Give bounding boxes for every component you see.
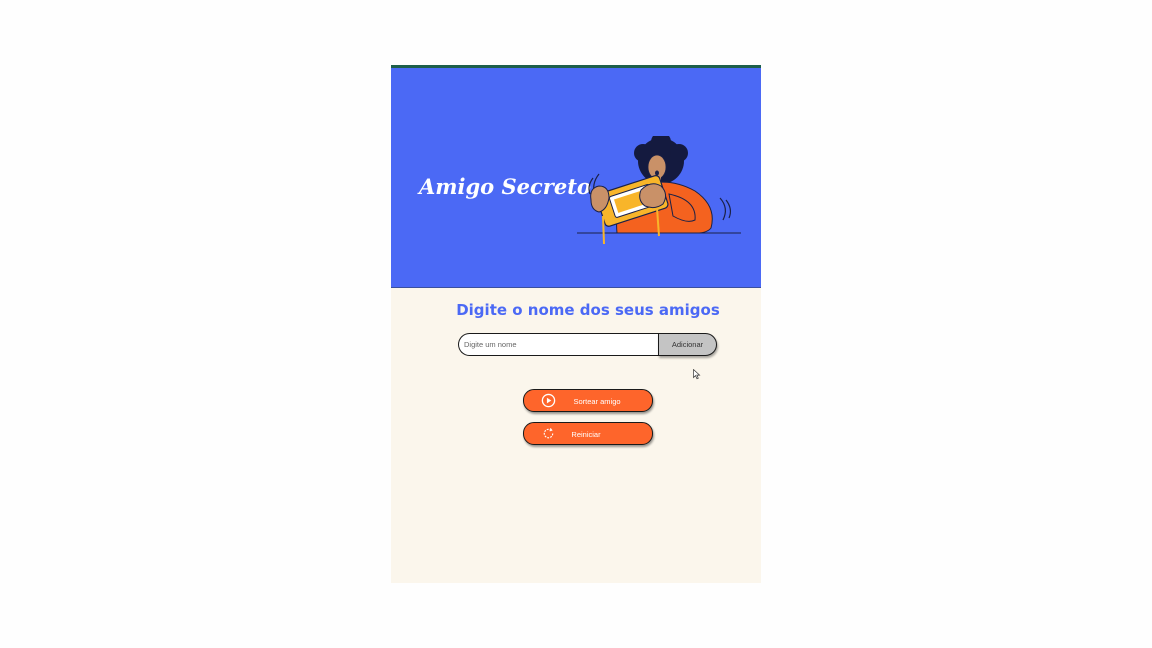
reset-button[interactable]: Reiniciar: [523, 422, 653, 445]
draw-friend-label: Sortear amigo: [573, 397, 621, 406]
add-friend-form: Adicionar: [458, 333, 718, 356]
mouse-pointer-icon: [693, 369, 701, 380]
draw-friend-button[interactable]: Sortear amigo: [523, 389, 653, 412]
add-button[interactable]: Adicionar: [658, 333, 717, 356]
instructions-heading: Digite o nome dos seus amigos: [456, 301, 720, 319]
app-container: Amigo Secreto Digite o nome dos seus ami…: [391, 65, 761, 583]
friend-name-input[interactable]: [458, 333, 658, 356]
header-banner: Amigo Secreto: [391, 68, 761, 288]
person-gaming-illustration: [577, 136, 741, 245]
reset-label: Reiniciar: [571, 430, 601, 439]
page-title: Amigo Secreto: [419, 174, 591, 199]
